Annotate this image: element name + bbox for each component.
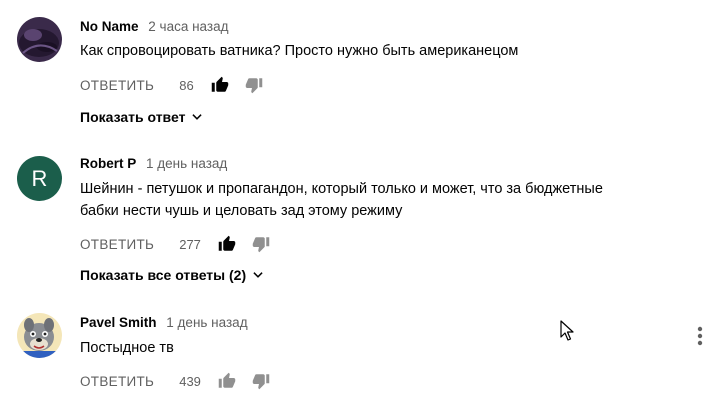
comment-text: Шейнин - петушок и пропагандон, который … bbox=[80, 178, 680, 222]
reply-button[interactable]: ОТВЕТИТЬ bbox=[80, 374, 154, 389]
avatar[interactable]: R bbox=[17, 156, 62, 201]
more-vert-icon[interactable] bbox=[690, 324, 710, 348]
comment-text: Как спровоцировать ватника? Просто нужно… bbox=[80, 40, 680, 62]
comment-text-line: Шейнин - петушок и пропагандон, который … bbox=[80, 181, 603, 197]
thumb-down-icon[interactable] bbox=[250, 234, 272, 254]
show-replies-label: Показать все ответы (2) bbox=[80, 267, 247, 283]
comment-header: Robert P 1 день назад bbox=[80, 155, 227, 173]
show-replies-button[interactable]: Показать все ответы (2) bbox=[80, 267, 265, 283]
show-replies-button[interactable]: Показать ответ bbox=[80, 109, 204, 125]
mouse-cursor-icon bbox=[560, 320, 574, 347]
thumb-down-icon[interactable] bbox=[243, 75, 265, 95]
comment-text: Постыдное тв bbox=[80, 337, 680, 359]
author-name[interactable]: Robert P bbox=[80, 156, 136, 171]
comment-text-line: Постыдное тв bbox=[80, 340, 174, 356]
chevron-down-icon bbox=[251, 268, 265, 282]
avatar[interactable] bbox=[17, 17, 62, 62]
comment-time[interactable]: 2 часа назад bbox=[148, 19, 228, 34]
comment-header: Pavel Smith 1 день назад bbox=[80, 314, 248, 332]
avatar-letter: R bbox=[31, 165, 48, 191]
author-name[interactable]: Pavel Smith bbox=[80, 315, 157, 330]
author-name[interactable]: No Name bbox=[80, 19, 139, 34]
show-replies-label: Показать ответ bbox=[80, 109, 186, 125]
thumb-up-icon[interactable] bbox=[209, 75, 231, 95]
comment-text-line: бабки нести чушь и целовать зад этому ре… bbox=[80, 203, 403, 219]
comment-actions: ОТВЕТИТЬ 277 bbox=[80, 234, 272, 254]
like-count: 86 bbox=[179, 77, 194, 93]
like-count: 439 bbox=[179, 373, 201, 389]
thumb-up-icon[interactable] bbox=[216, 371, 238, 391]
comment-actions: ОТВЕТИТЬ 439 bbox=[80, 371, 272, 391]
comment-time[interactable]: 1 день назад bbox=[166, 315, 247, 330]
comment-time[interactable]: 1 день назад bbox=[146, 156, 227, 171]
comment-text-line: Как спровоцировать ватника? Просто нужно… bbox=[80, 43, 519, 59]
reply-button[interactable]: ОТВЕТИТЬ bbox=[80, 78, 154, 93]
reply-button[interactable]: ОТВЕТИТЬ bbox=[80, 237, 154, 252]
like-count: 277 bbox=[179, 236, 201, 252]
thumb-down-icon[interactable] bbox=[250, 371, 272, 391]
comment-actions: ОТВЕТИТЬ 86 bbox=[80, 75, 265, 95]
avatar[interactable] bbox=[17, 313, 62, 358]
chevron-down-icon bbox=[190, 110, 204, 124]
comment-header: No Name 2 часа назад bbox=[80, 18, 228, 36]
thumb-up-icon[interactable] bbox=[216, 234, 238, 254]
